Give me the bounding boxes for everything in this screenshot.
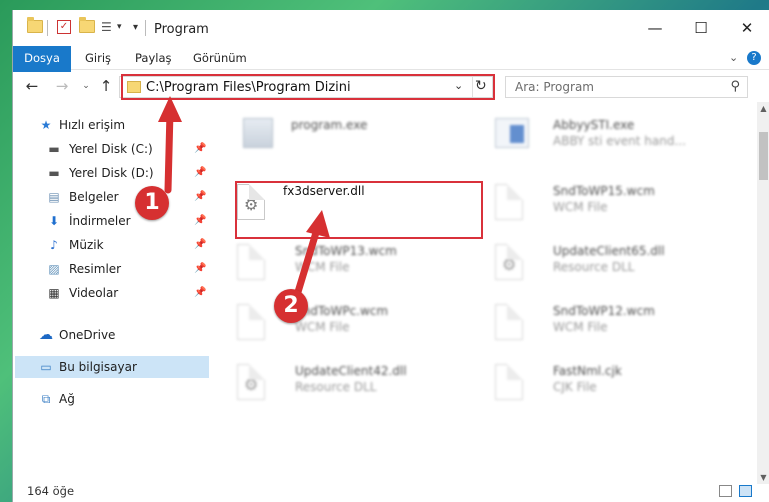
annotation-arrows — [158, 96, 330, 296]
arrow-1-head — [158, 96, 182, 122]
arrow-1-shaft — [164, 108, 174, 194]
step-1-badge: 1 — [135, 186, 169, 220]
step-2-badge: 2 — [274, 289, 308, 323]
arrow-2-head — [306, 210, 330, 238]
arrow-2-shaft — [294, 222, 322, 296]
